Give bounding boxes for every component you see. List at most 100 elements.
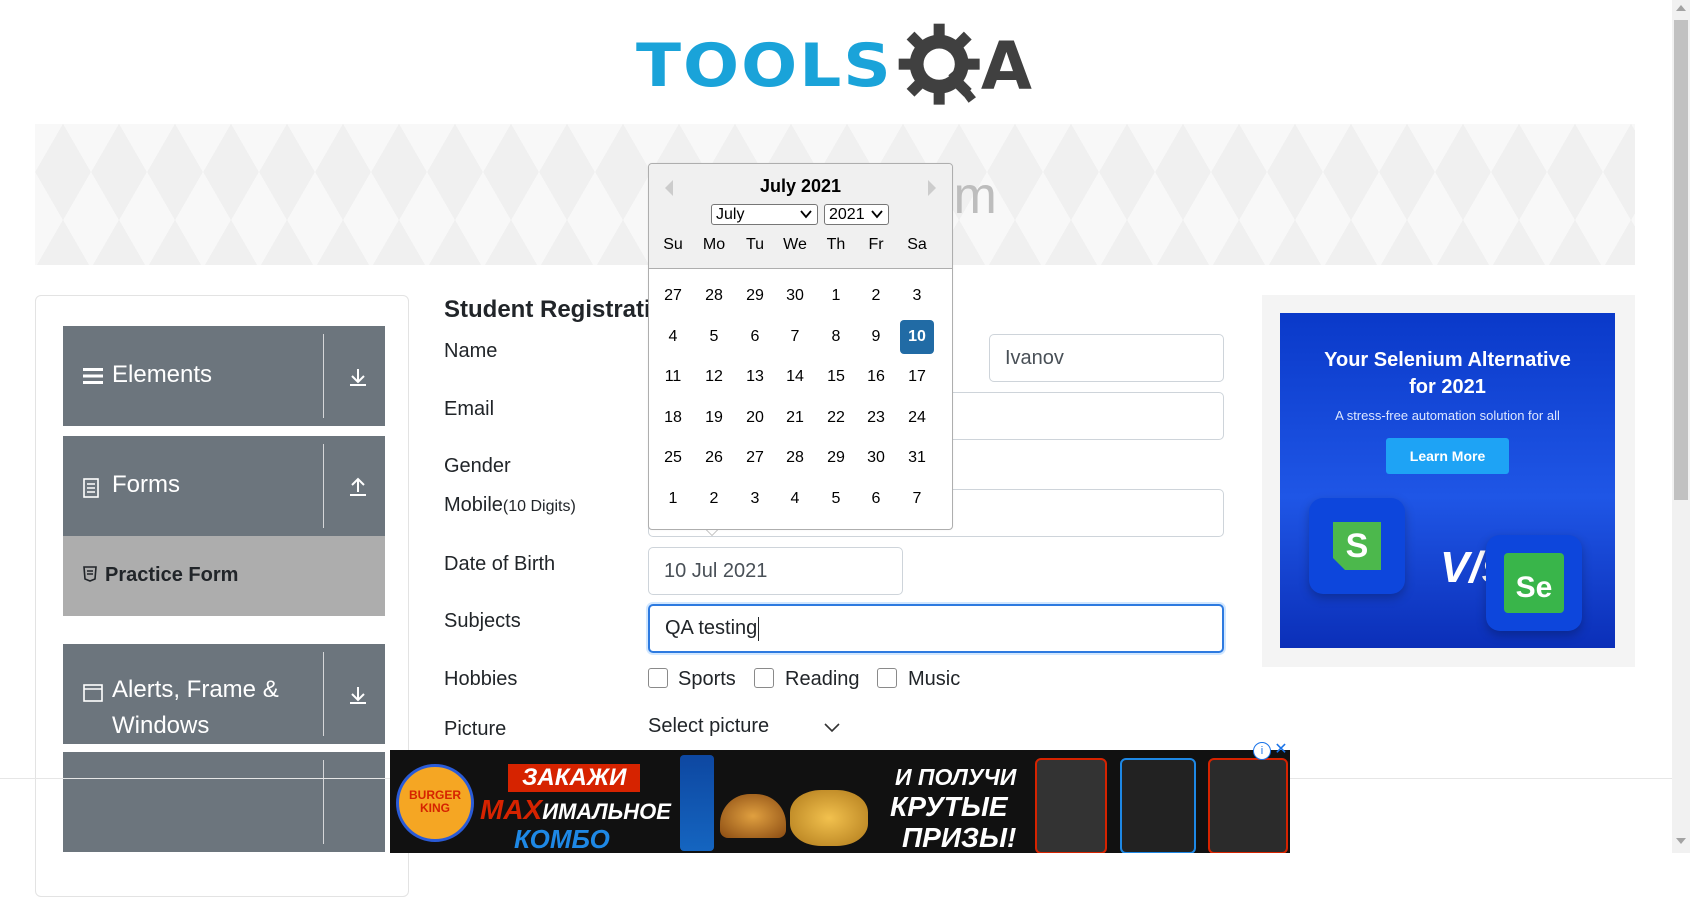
calendar-day[interactable]: 5 [819,482,853,516]
calendar-day[interactable]: 24 [900,401,934,435]
calendar-day[interactable]: 28 [697,279,731,313]
calendar-day[interactable]: 1 [819,279,853,313]
gear-icon [898,23,980,105]
date-of-birth-input[interactable]: 10 Jul 2021 [648,547,903,595]
calendar-day[interactable]: 3 [738,482,772,516]
ad-text-get: И ПОЛУЧИ [895,764,1017,790]
calendar-day[interactable]: 17 [900,360,934,394]
calendar-day[interactable]: 30 [778,279,812,313]
calendar-day[interactable]: 4 [778,482,812,516]
ad-text-max-b: ИМАЛЬНОЕ [542,799,671,824]
chevron-down-icon [871,210,883,219]
calendar-day[interactable]: 22 [819,401,853,435]
bottom-ad-banner[interactable]: BURGER KING ЗАКАЖИ MAXИМАЛЬНОЕ КОМБО И П… [390,750,1290,853]
hobby-sports-checkbox[interactable] [648,668,668,688]
hobby-music-label[interactable]: Music [908,668,960,691]
ad-close-icon[interactable]: ✕ [1273,742,1289,758]
calendar-day[interactable]: 2 [697,482,731,516]
calendar-day[interactable]: 20 [738,401,772,435]
sidebar-group-elements[interactable]: Elements [63,326,385,426]
label-mobile: Mobile(10 Digits) [444,494,576,517]
subjects-input-value: QA testing [665,617,758,639]
sidebar-group-forms[interactable]: Forms [63,436,385,536]
sidebar-group-alerts[interactable]: Alerts, Frame & Windows [63,644,385,744]
subjects-input[interactable]: QA testing [648,604,1224,653]
calendar-day[interactable]: 29 [819,441,853,475]
day-name-tu: Tu [745,236,765,253]
scrollbar-thumb[interactable] [1674,20,1688,500]
calendar-day[interactable]: 19 [697,401,731,435]
hobby-reading-checkbox[interactable] [754,668,774,688]
sidebar-group-label: Alerts, Frame & [112,676,279,703]
day-name-mo: Mo [702,236,726,253]
learn-more-button[interactable]: Learn More [1386,438,1509,474]
katalon-logo: S [1333,522,1381,570]
calendar-day[interactable]: 1 [656,482,690,516]
calendar-day[interactable]: 27 [656,279,690,313]
next-month-button[interactable] [928,180,936,196]
hobby-sports-label[interactable]: Sports [678,668,736,691]
calendar-day[interactable]: 5 [697,320,731,354]
text-cursor [758,616,760,641]
year-select[interactable]: 2021 [824,204,889,225]
calendar-day[interactable]: 23 [859,401,893,435]
calendar-day[interactable]: 7 [778,320,812,354]
ad-subline: A stress-free automation solution for al… [1335,408,1560,423]
hamburger-icon [83,368,103,384]
calendar-day[interactable]: 21 [778,401,812,435]
calendar-day[interactable]: 26 [697,441,731,475]
calendar-day[interactable]: 8 [819,320,853,354]
calendar-day[interactable]: 29 [738,279,772,313]
calendar-day[interactable]: 7 [900,482,934,516]
scroll-up-arrow[interactable] [1676,5,1686,11]
upload-icon [350,477,366,496]
calendar-day[interactable]: 16 [859,360,893,394]
calendar-day[interactable]: 13 [738,360,772,394]
month-select[interactable]: July [711,204,818,225]
year-select-value: 2021 [829,206,865,223]
phone-image [1035,758,1107,853]
calendar-day[interactable]: 10 [900,320,934,354]
sidebar-group-label: Elements [112,361,213,388]
calendar-day[interactable]: 11 [656,360,690,394]
calendar-day[interactable]: 15 [819,360,853,394]
calendar-day[interactable]: 4 [656,320,690,354]
calendar-day[interactable]: 6 [738,320,772,354]
pepsi-cup-image [680,755,714,851]
scroll-down-arrow[interactable] [1676,838,1686,844]
calendar-day[interactable]: 3 [900,279,934,313]
calendar-day[interactable]: 6 [859,482,893,516]
calendar-day[interactable]: 30 [859,441,893,475]
document-icon [83,478,99,498]
label-name: Name [444,340,498,362]
select-picture-dropdown[interactable]: Select picture [648,715,840,738]
ad-info-icon[interactable]: i [1253,742,1271,760]
label-email: Email [444,398,495,420]
calendar-day[interactable]: 2 [859,279,893,313]
datepicker-current-month: July 2021 [759,176,842,196]
day-name-sa: Sa [907,236,927,253]
month-select-value: July [716,206,745,223]
divider [323,760,324,844]
calendar-day[interactable]: 31 [900,441,934,475]
hobby-music-checkbox[interactable] [877,668,897,688]
label-mobile-hint: (10 Digits) [502,498,576,515]
calendar-day[interactable]: 18 [656,401,690,435]
selenium-logo: Se [1504,553,1564,613]
calendar-day[interactable]: 9 [859,320,893,354]
last-name-input[interactable]: Ivanov [989,334,1224,382]
datepicker-header: July 2021 July 2021 Su Mo Tu We Th Fr Sa [649,164,952,269]
sidebar-item-practice-form[interactable]: Practice Form [63,536,385,616]
katalon-tile: S [1309,498,1405,594]
calendar-day[interactable]: 12 [697,360,731,394]
ad-text-max: MAXИМАЛЬНОЕ [480,796,671,824]
hobby-reading-label[interactable]: Reading [785,668,860,691]
calendar-day[interactable]: 28 [778,441,812,475]
sidebar-group-next[interactable] [63,752,385,852]
calendar-day[interactable]: 25 [656,441,690,475]
toolsqa-logo[interactable]: TOOLS A [636,16,1041,116]
ad-headline: Your Selenium Alternative for 2021 [1280,347,1615,401]
calendar-day[interactable]: 27 [738,441,772,475]
side-ad[interactable]: Your Selenium Alternative for 2021 A stre… [1280,313,1615,648]
calendar-day[interactable]: 14 [778,360,812,394]
